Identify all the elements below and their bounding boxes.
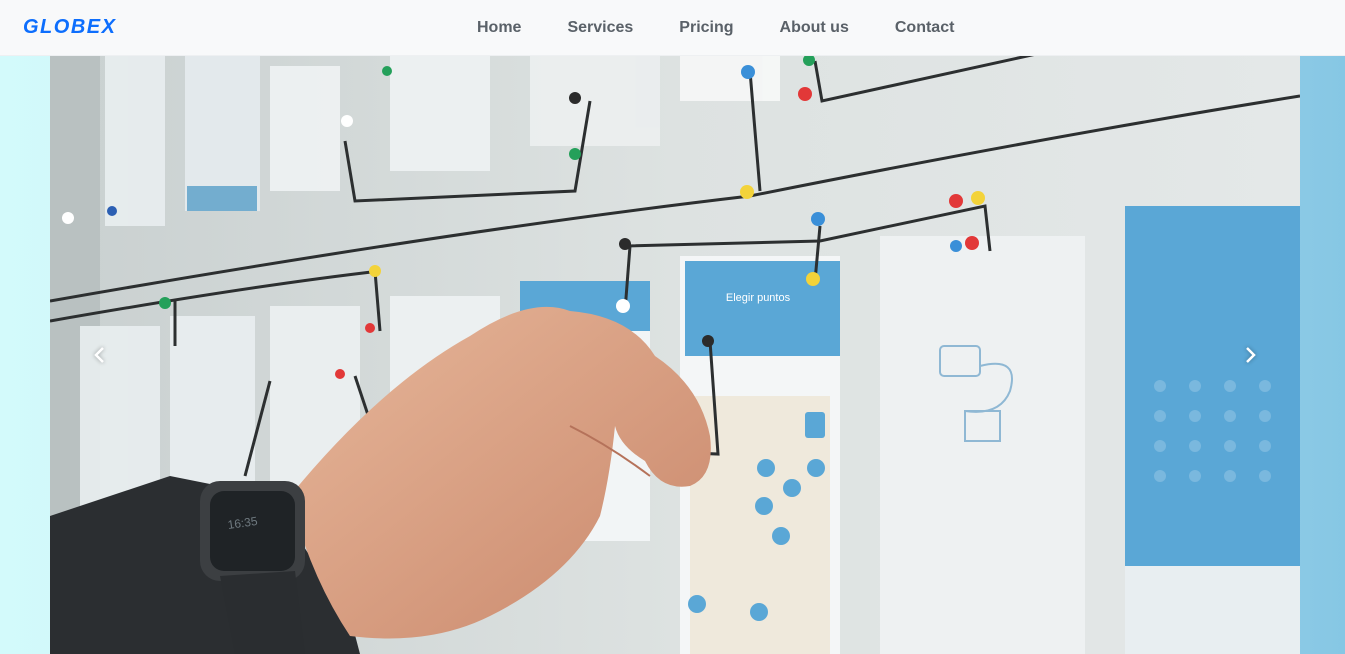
phone-screen-title: Elegir puntos — [726, 292, 791, 304]
carousel-slide-image: Elegir puntos 16:35 — [50, 56, 1300, 654]
nav-links: Home Services Pricing About us Contact — [454, 0, 977, 56]
nav-link-home[interactable]: Home — [454, 19, 544, 37]
chevron-right-icon — [1246, 347, 1256, 363]
nav-link-contact[interactable]: Contact — [872, 19, 978, 37]
nav-link-services[interactable]: Services — [544, 19, 656, 37]
navbar: GLOBEX Home Services Pricing About us Co… — [0, 0, 1345, 56]
chevron-left-icon — [94, 347, 104, 363]
brand-logo[interactable]: GLOBEX — [23, 16, 116, 39]
nav-link-about[interactable]: About us — [757, 19, 872, 37]
carousel-prev-button[interactable] — [50, 56, 150, 654]
hero-carousel: Elegir puntos 16:35 — [50, 56, 1300, 654]
nav-link-pricing[interactable]: Pricing — [656, 19, 756, 37]
carousel-next-button[interactable] — [1200, 56, 1300, 654]
